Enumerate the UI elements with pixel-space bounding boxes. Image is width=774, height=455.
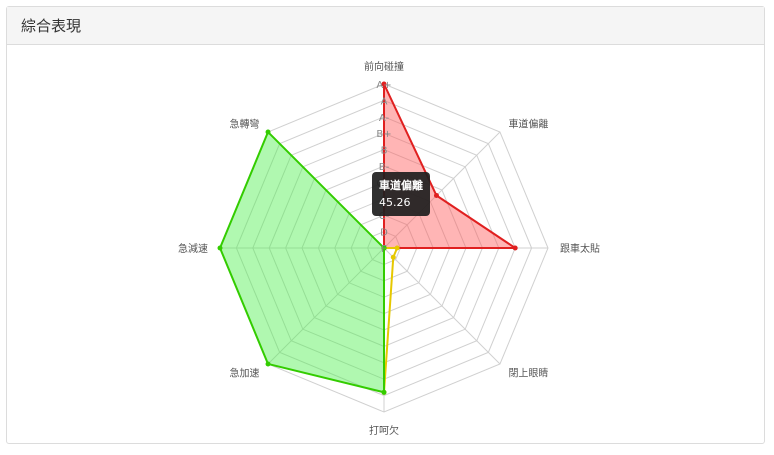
radar-chart: A+AA-B+BB-C+CC-DF前向碰撞車道偏離跟車太貼閉上眼睛打呵欠急加速急… bbox=[0, 0, 774, 455]
data-point bbox=[512, 245, 518, 251]
axis-label: 閉上眼睛 bbox=[508, 367, 548, 379]
axis-label: 急轉彎 bbox=[230, 118, 260, 131]
axis-label: 急減速 bbox=[178, 242, 208, 255]
grade-label: A+ bbox=[376, 80, 391, 91]
data-point bbox=[381, 389, 387, 395]
tooltip-value: 45.26 bbox=[379, 196, 411, 209]
data-point bbox=[265, 361, 271, 367]
axis-label: 急加速 bbox=[230, 366, 260, 379]
data-point bbox=[394, 245, 400, 251]
grade-label: A- bbox=[379, 113, 390, 124]
data-point bbox=[390, 254, 396, 260]
axis-label: 車道偏離 bbox=[508, 118, 548, 131]
grade-label: D bbox=[380, 228, 388, 239]
chart-tooltip: 車道偏離 45.26 bbox=[372, 172, 430, 216]
data-point bbox=[265, 129, 271, 135]
grade-label: A bbox=[381, 96, 388, 107]
tooltip-title: 車道偏離 bbox=[379, 179, 423, 192]
grade-label: B+ bbox=[376, 129, 391, 140]
radar-chart-svg: A+AA-B+BB-C+CC-DF前向碰撞車道偏離跟車太貼閉上眼睛打呵欠急加速急… bbox=[178, 60, 600, 437]
data-point bbox=[433, 193, 439, 199]
axis-label: 跟車太貼 bbox=[560, 242, 600, 255]
grade-label: B bbox=[381, 146, 388, 157]
data-point bbox=[217, 245, 223, 251]
grade-label: F bbox=[381, 244, 387, 255]
series-area bbox=[219, 131, 385, 394]
series-area bbox=[383, 247, 399, 394]
axis-label: 前向碰撞 bbox=[364, 60, 404, 73]
axis-label: 打呵欠 bbox=[369, 424, 399, 437]
